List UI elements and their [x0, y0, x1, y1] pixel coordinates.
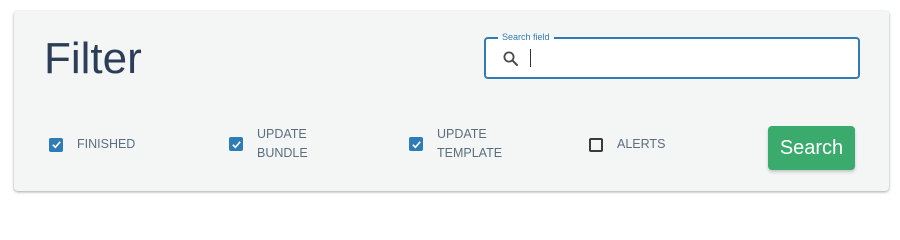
update-bundle-label: UPDATE BUNDLE: [257, 127, 308, 160]
search-field[interactable]: Search field: [484, 31, 860, 79]
finished-label: FINISHED: [77, 137, 136, 151]
text-cursor: [530, 49, 531, 67]
finished-checkbox[interactable]: [49, 137, 63, 152]
filter-option-update-template[interactable]: UPDATE TEMPLATE: [409, 125, 502, 163]
filter-option-alerts[interactable]: ALERTS: [589, 135, 665, 154]
filter-title: Filter: [44, 34, 142, 83]
update-template-checkbox[interactable]: [409, 137, 423, 151]
update-bundle-checkbox[interactable]: [229, 137, 243, 151]
filter-panel: Filter Search field FINISHED UPDATE BUND…: [14, 11, 889, 191]
alerts-checkbox[interactable]: [589, 137, 603, 152]
search-button[interactable]: Search: [768, 126, 855, 170]
search-input[interactable]: [532, 45, 836, 73]
filter-option-update-bundle[interactable]: UPDATE BUNDLE: [229, 125, 308, 163]
update-template-label: UPDATE TEMPLATE: [437, 127, 503, 160]
search-icon: [502, 50, 520, 68]
search-field-label: Search field: [498, 31, 554, 43]
filter-option-finished[interactable]: FINISHED: [49, 135, 135, 154]
alerts-label: ALERTS: [617, 137, 666, 151]
